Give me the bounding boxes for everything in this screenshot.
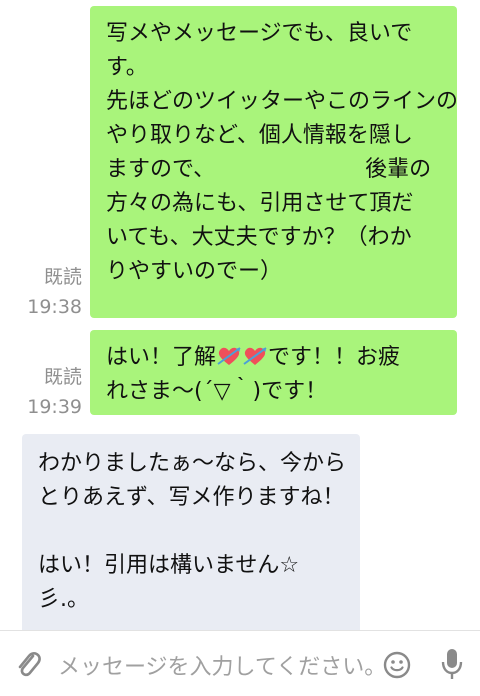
- chat-area: 写メやメッセージでも、良いで す。 先ほどのツイッターやこのラインの やり取りな…: [0, 0, 480, 630]
- message-meta: 既読 19:38: [12, 262, 82, 322]
- message-text-line: れさま〜(´▽｀)です！: [106, 379, 328, 404]
- message-text-line: やり取りなど、個人情報を隠し: [106, 123, 413, 148]
- outgoing-message-bubble[interactable]: 写メやメッセージでも、良いで す。 先ほどのツイッターやこのラインの やり取りな…: [90, 6, 459, 318]
- read-receipt: 既読: [43, 266, 82, 288]
- message-text-line: ますので、 後輩の: [106, 153, 457, 187]
- incoming-message-bubble[interactable]: わかりましたぁ〜なら、今から とりあえず、写メ作りますね！ はい！引用は構いませ…: [22, 434, 360, 630]
- read-receipt: 既読: [43, 366, 82, 388]
- message-input[interactable]: メッセージを入力してください。: [58, 649, 386, 681]
- message-text-line: はい！引用は構いません☆: [38, 553, 300, 578]
- message-text-line: りやすいのでー）: [106, 259, 283, 284]
- heart-arrow-icon: [243, 347, 267, 365]
- message-time: 19:38: [27, 296, 82, 318]
- outgoing-message-bubble[interactable]: はい！了解 です！！お疲 れさま〜(´▽｀)です！: [90, 330, 457, 415]
- message-text-segment: はい！了解: [106, 345, 217, 370]
- paperclip-icon[interactable]: [14, 649, 42, 679]
- message-text-segment: 後輩の: [365, 157, 432, 182]
- message-text-line: はい！了解 です！！お疲: [106, 341, 457, 375]
- message-text-line: す。: [106, 55, 148, 80]
- message-text-line: とりあえず、写メ作りますね！: [38, 485, 345, 510]
- message-text-line: [38, 515, 360, 549]
- message-text-line: わかりましたぁ〜なら、今から: [38, 451, 347, 476]
- message-text-segment: ますので、: [106, 157, 216, 182]
- message-text-line: 写メやメッセージでも、良いで: [106, 21, 413, 46]
- message-text-line: 彡.。: [38, 587, 89, 612]
- message-text-line: いても、大丈夫ですか？（わか: [106, 225, 412, 250]
- message-text-line: 方々の為にも、引用させて頂だ: [106, 191, 414, 216]
- smiley-icon[interactable]: [383, 651, 411, 679]
- message-time: 19:39: [27, 396, 82, 418]
- microphone-icon[interactable]: [438, 647, 466, 681]
- heart-arrow-icon: [217, 347, 241, 365]
- message-meta: 既読 19:39: [12, 362, 82, 422]
- message-text-line: 先ほどのツイッターやこのラインの: [106, 89, 459, 114]
- message-text-segment: です！！お疲: [268, 345, 401, 370]
- message-input-bar: メッセージを入力してください。: [0, 630, 480, 696]
